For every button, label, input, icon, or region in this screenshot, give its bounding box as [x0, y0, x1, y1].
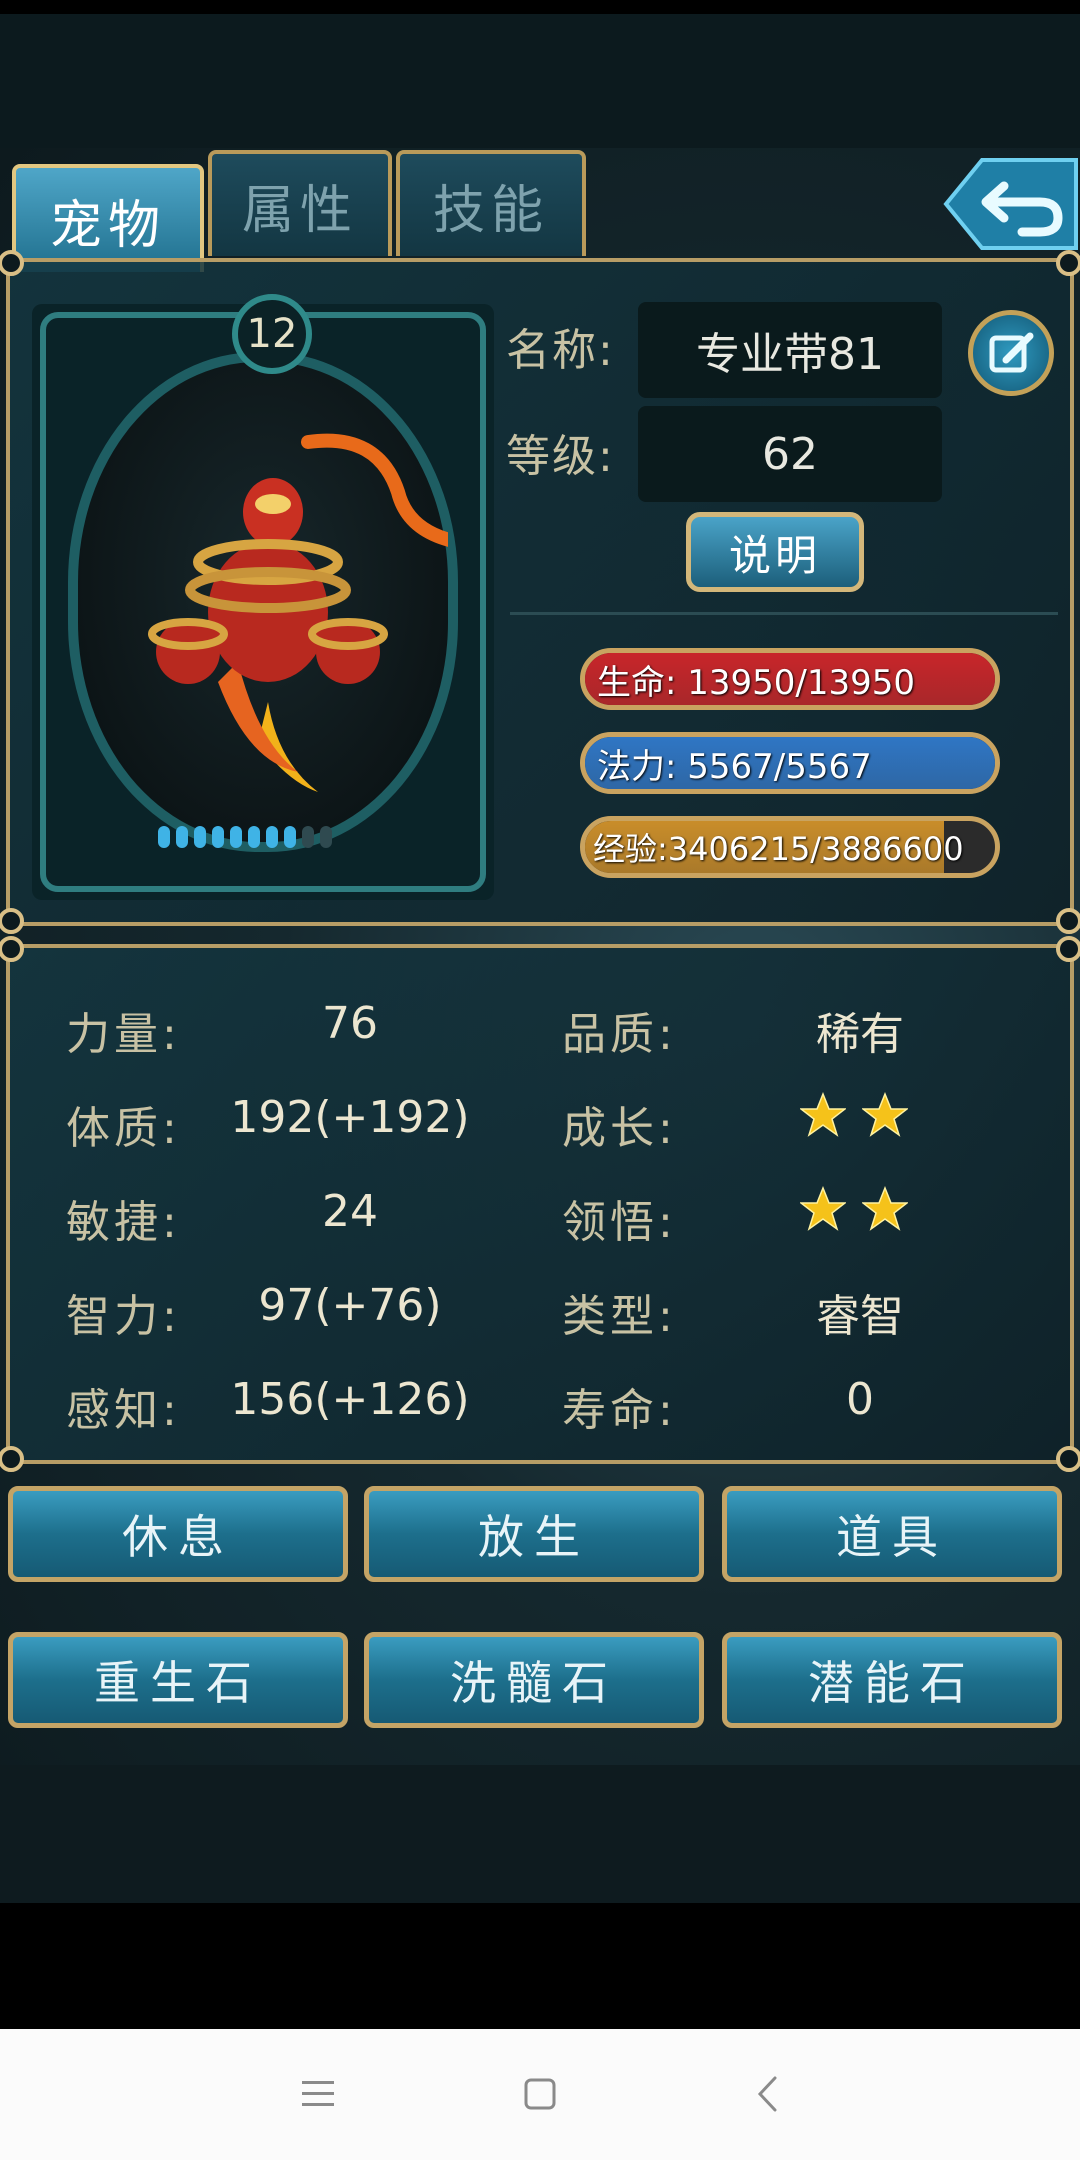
- screen: 宠物 属性 技能 12 名称: 专业带81 等级: 62 说明 生命: 1395…: [0, 0, 1080, 2160]
- loyalty-dot: [320, 826, 332, 848]
- stat-value-agility: 24: [322, 1186, 378, 1237]
- pet-level-badge: 12: [232, 294, 312, 374]
- edit-icon: [989, 332, 1034, 373]
- stat-value-type: 睿智: [816, 1291, 904, 1342]
- home-icon: [524, 2078, 556, 2110]
- divider: [510, 612, 1058, 615]
- star-icon: [862, 1092, 908, 1137]
- stat-value-intelligence: 97(+76): [258, 1280, 442, 1331]
- items-button[interactable]: 道具: [722, 1486, 1062, 1582]
- star-icon: [800, 1092, 846, 1137]
- pet-card: 12: [32, 294, 494, 900]
- pet-portrait-frame: [68, 352, 458, 852]
- loyalty-dot: [176, 826, 188, 848]
- bottom-background: [0, 1765, 1080, 1903]
- system-navigation-bar: [0, 2029, 1080, 2160]
- tab-pet[interactable]: 宠物: [12, 164, 204, 272]
- status-bar: [0, 0, 1080, 14]
- exp-bar: 经验:3406215/3886600: [580, 816, 1000, 878]
- stat-value-constitution: 192(+192): [230, 1092, 470, 1143]
- loyalty-dot: [212, 826, 224, 848]
- chevron-left-icon: [757, 2076, 777, 2112]
- hp-bar-text: 生命: 13950/13950: [597, 662, 916, 703]
- comprehension-stars: [800, 1186, 908, 1232]
- game-area: 宠物 属性 技能 12 名称: 专业带81 等级: 62 说明 生命: 1395…: [0, 148, 1080, 1765]
- stat-label-constitution: 体质:: [66, 1103, 181, 1154]
- back-nav-button[interactable]: [732, 2059, 802, 2129]
- back-button[interactable]: [942, 156, 1080, 252]
- black-strip: [0, 1903, 1080, 2029]
- loyalty-dot: [230, 826, 242, 848]
- pet-portrait-image: [148, 433, 448, 792]
- stat-label-comprehension: 领悟:: [562, 1197, 677, 1248]
- stat-label-type: 类型:: [562, 1291, 677, 1342]
- loyalty-dot: [158, 826, 170, 848]
- stat-label-intelligence: 智力:: [66, 1291, 181, 1342]
- stat-label-lifespan: 寿命:: [562, 1385, 677, 1436]
- edit-name-button[interactable]: [968, 310, 1054, 396]
- rest-button[interactable]: 休息: [8, 1486, 348, 1582]
- loyalty-dot: [266, 826, 278, 848]
- stat-label-perception: 感知:: [66, 1385, 181, 1436]
- marrow-stone-button[interactable]: 洗髓石: [364, 1632, 704, 1728]
- loyalty-dot: [194, 826, 206, 848]
- stats-panel: 力量: 76 体质: 192(+192) 敏捷: 24 智力: 97(+76) …: [0, 936, 1080, 1472]
- release-button[interactable]: 放生: [364, 1486, 704, 1582]
- hp-bar: 生命: 13950/13950: [580, 648, 1000, 710]
- star-icon: [862, 1186, 908, 1231]
- stat-value-strength: 76: [322, 998, 378, 1049]
- back-arrow-icon: [943, 158, 1078, 250]
- top-background: [0, 14, 1080, 148]
- rebirth-stone-button[interactable]: 重生石: [8, 1632, 348, 1728]
- mp-bar-text: 法力: 5567/5567: [597, 746, 872, 787]
- potential-stone-button[interactable]: 潜能石: [722, 1632, 1062, 1728]
- stat-label-strength: 力量:: [66, 1009, 181, 1060]
- stat-label-agility: 敏捷:: [66, 1197, 181, 1248]
- exp-bar-text: 经验:3406215/3886600: [593, 830, 964, 868]
- mp-bar: 法力: 5567/5567: [580, 732, 1000, 794]
- pet-info-panel: 12 名称: 专业带81 等级: 62 说明 生命: 13950/13950 法…: [0, 250, 1080, 934]
- name-label: 名称:: [506, 325, 615, 376]
- growth-stars: [800, 1092, 908, 1138]
- tab-attributes[interactable]: 属性: [208, 150, 392, 256]
- loyalty-dot: [248, 826, 260, 848]
- menu-icon: [302, 2081, 334, 2106]
- pet-loyalty-dots: [158, 826, 332, 848]
- stat-value-perception: 156(+126): [230, 1374, 470, 1425]
- stat-value-lifespan: 0: [846, 1374, 874, 1425]
- description-button[interactable]: 说明: [686, 512, 864, 592]
- grade-label: 等级:: [506, 431, 615, 482]
- stat-label-growth: 成长:: [562, 1103, 677, 1154]
- menu-nav-button[interactable]: [283, 2059, 353, 2129]
- stat-value-quality: 稀有: [816, 1009, 904, 1060]
- pet-grade-field: 62: [638, 406, 942, 502]
- home-nav-button[interactable]: [505, 2059, 575, 2129]
- tab-skills[interactable]: 技能: [396, 150, 586, 256]
- loyalty-dot: [302, 826, 314, 848]
- loyalty-dot: [284, 826, 296, 848]
- pet-name-field: 专业带81: [638, 302, 942, 398]
- star-icon: [800, 1186, 846, 1231]
- stat-label-quality: 品质:: [562, 1009, 677, 1060]
